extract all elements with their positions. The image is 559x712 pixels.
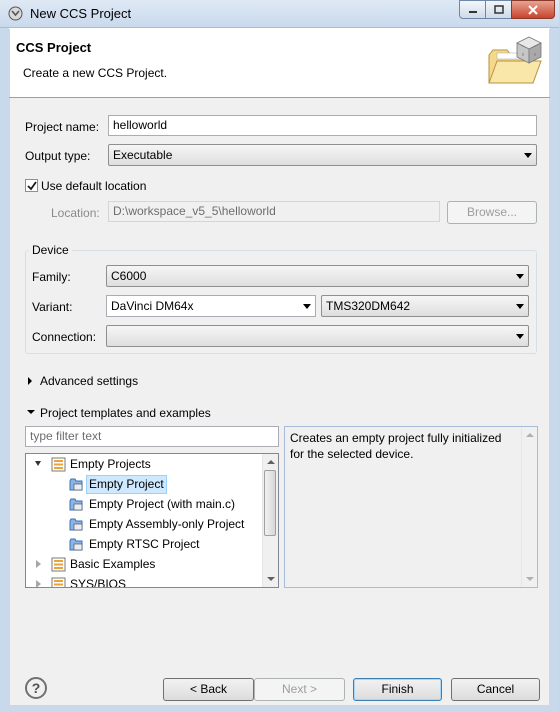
output-type-value: Executable [113,148,173,162]
maximize-icon [493,5,504,14]
chevron-down-icon [524,153,532,158]
close-button[interactable] [511,0,555,19]
variant-filter-value: DaVinci DM64x [111,299,194,313]
connection-select[interactable] [106,325,529,347]
chevron-down-icon [516,334,524,339]
scroll-down-icon[interactable] [526,577,534,581]
close-icon [528,4,538,15]
cancel-button[interactable]: Cancel [451,678,540,701]
folder-list-icon [51,577,66,587]
variant-filter-select[interactable]: DaVinci DM64x [106,295,316,317]
family-value: C6000 [111,269,147,283]
window-title: New CCS Project [30,6,132,21]
scroll-up-icon[interactable] [267,460,275,464]
device-group-label: Device [29,243,72,257]
variant-label: Variant: [32,300,73,314]
window-frame-bottom [0,706,559,712]
back-button[interactable]: < Back [163,678,254,701]
tree-item-label: Empty Projects [70,457,151,471]
banner-description: Create a new CCS Project. [23,66,168,80]
tree-item-empty-rtsc-project[interactable]: Empty RTSC Project [26,534,262,554]
family-select[interactable]: C6000 [106,265,529,287]
tree-item-empty-project-main-c[interactable]: Empty Project (with main.c) [26,494,262,514]
chevron-down-icon [516,304,524,309]
ccs-app-icon [8,6,23,21]
variant-value: TMS320DM642 [326,299,411,313]
tree-item-label: Empty Project [86,475,167,494]
wizard-banner: CCS Project Create a new CCS Project. [9,29,550,97]
window-frame-right [550,28,559,712]
template-filter-input[interactable]: type filter text [25,426,279,447]
chevron-down-icon [516,274,524,279]
project-icon [69,498,83,511]
folder-list-icon [51,557,66,572]
scrollbar-thumb[interactable] [264,470,276,536]
expanded-arrow-icon[interactable] [35,461,41,466]
title-bar: New CCS Project [0,0,559,28]
description-scrollbar[interactable] [521,427,537,587]
tree-item-basic-examples[interactable]: Basic Examples [26,554,262,574]
template-description-pane: Creates an empty project fully initializ… [284,426,538,588]
folder-list-icon [51,457,66,472]
minimize-button[interactable] [459,0,486,19]
help-icon[interactable]: ? [25,677,47,699]
collapse-down-icon[interactable] [27,410,35,414]
template-description-text: Creates an empty project fully initializ… [290,431,502,461]
project-name-label: Project name: [25,120,100,134]
template-tree[interactable]: Empty Projects Empty Project Empty Proje… [25,453,279,588]
wizard-footer: ? < Back Next > Finish Cancel [9,657,550,706]
output-type-label: Output type: [25,149,91,163]
location-field[interactable]: D:\workspace_v5_5\helloworld [108,201,440,222]
banner-title: CCS Project [16,40,92,55]
tree-item-empty-project[interactable]: Empty Project [26,474,262,494]
tree-item-sys-bios[interactable]: SYS/BIOS [26,574,262,588]
use-default-location-label: Use default location [41,179,147,193]
expand-right-icon[interactable] [28,377,32,385]
finish-button[interactable]: Finish [353,678,442,701]
output-type-select[interactable]: Executable [108,144,537,166]
advanced-settings-toggle[interactable]: Advanced settings [40,374,138,388]
scroll-down-icon[interactable] [267,577,275,581]
scroll-up-icon[interactable] [526,433,534,437]
project-name-field[interactable]: helloworld [108,115,537,136]
variant-select[interactable]: TMS320DM642 [321,295,529,317]
collapsed-arrow-icon[interactable] [36,580,41,587]
family-label: Family: [32,270,71,284]
project-icon [69,538,83,551]
location-label: Location: [51,206,100,220]
tree-item-label: Basic Examples [70,557,156,571]
tree-item-label: Empty Assembly-only Project [89,517,245,531]
connection-label: Connection: [32,330,97,344]
checkmark-icon [27,181,37,191]
minimize-icon [468,10,477,13]
use-default-location-checkbox[interactable] [25,179,38,192]
browse-button[interactable]: Browse... [447,201,537,224]
window-frame-left [0,28,9,712]
folder-with-cube-icon [488,36,542,84]
tree-item-empty-assembly-project[interactable]: Empty Assembly-only Project [26,514,262,534]
wizard-content: Project name: helloworld Output type: Ex… [9,98,550,658]
tree-item-label: Empty Project (with main.c) [89,497,236,511]
tree-item-empty-projects[interactable]: Empty Projects [26,454,262,474]
chevron-down-icon [303,304,311,309]
maximize-button[interactable] [485,0,512,19]
project-templates-toggle[interactable]: Project templates and examples [40,406,211,420]
tree-scrollbar[interactable] [262,454,278,587]
tree-item-label: Empty RTSC Project [89,537,200,551]
collapsed-arrow-icon[interactable] [36,560,41,568]
project-icon [69,518,83,531]
tree-item-label: SYS/BIOS [70,577,127,588]
next-button[interactable]: Next > [254,678,345,701]
project-icon [69,478,83,491]
